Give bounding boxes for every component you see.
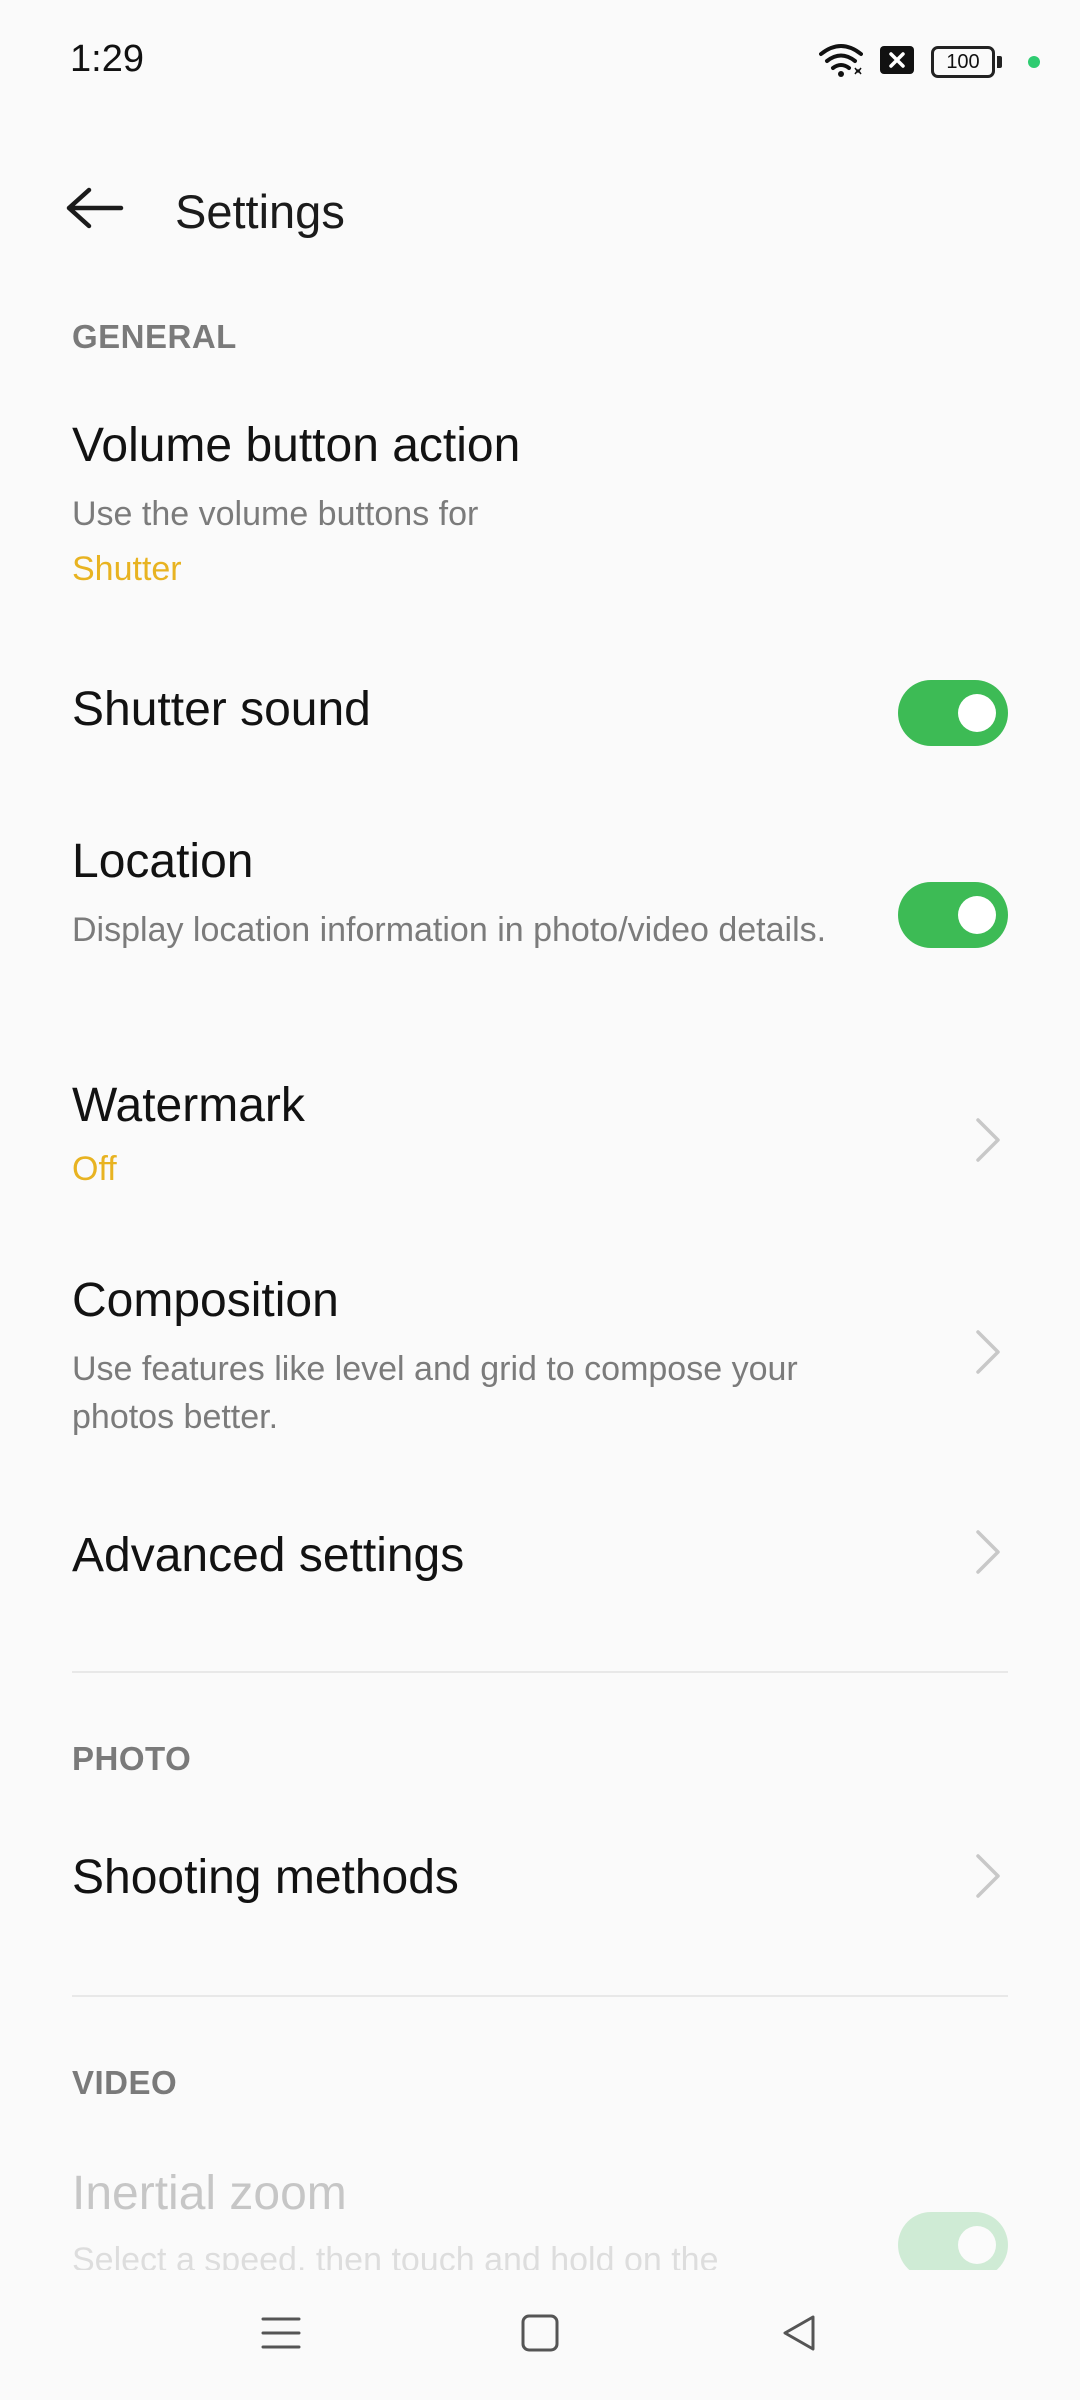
shutter-sound-toggle[interactable]	[898, 680, 1008, 746]
page-title: Settings	[175, 185, 345, 238]
nav-back-button[interactable]	[764, 2300, 834, 2370]
home-button[interactable]	[505, 2300, 575, 2370]
toggle-knob	[958, 2226, 996, 2264]
status-bar: 1:29 100	[0, 0, 1080, 120]
setting-title: Shutter sound	[72, 683, 371, 736]
battery-tip	[997, 56, 1002, 68]
toggle-knob	[958, 896, 996, 934]
setting-watermark[interactable]: Watermark Off	[0, 1070, 1080, 1220]
setting-volume-button-action[interactable]: Volume button action Use the volume butt…	[0, 410, 1080, 600]
wifi-icon	[819, 42, 863, 83]
battery-icon: 100	[931, 46, 1002, 78]
setting-advanced-settings[interactable]: Advanced settings	[0, 1500, 1080, 1620]
toggle-knob	[958, 694, 996, 732]
setting-value: Shutter	[72, 550, 182, 588]
section-divider	[72, 1671, 1008, 1673]
setting-value: Off	[72, 1150, 117, 1188]
setting-title: Inertial zoom	[72, 2167, 347, 2220]
section-header-video: VIDEO	[72, 2064, 178, 2101]
back-triangle-icon	[779, 2313, 819, 2358]
setting-shutter-sound[interactable]: Shutter sound	[0, 650, 1080, 780]
menu-icon	[261, 2313, 301, 2358]
setting-subtitle: Display location information in photo/vi…	[72, 911, 827, 949]
setting-inertial-zoom[interactable]: Inertial zoom Select a speed, then touch…	[0, 2150, 1080, 2270]
chevron-right-icon	[968, 1522, 1008, 1582]
status-time: 1:29	[70, 38, 144, 80]
setting-title: Shooting methods	[72, 1851, 459, 1904]
green-dot-indicator	[1028, 56, 1040, 68]
back-button[interactable]	[60, 180, 130, 240]
navigation-bar	[0, 2270, 1080, 2400]
setting-location[interactable]: Location Display location information in…	[0, 830, 1080, 1010]
setting-subtitle: Use the volume buttons for	[72, 495, 479, 533]
section-header-general: GENERAL	[72, 318, 237, 355]
chevron-right-icon	[968, 1322, 1008, 1382]
section-header-photo: PHOTO	[72, 1740, 192, 1777]
setting-subtitle: Use features like level and grid to comp…	[72, 1350, 798, 1436]
section-divider	[72, 1995, 1008, 1997]
setting-title: Location	[72, 835, 254, 888]
chevron-right-icon	[968, 1110, 1008, 1170]
app-header: Settings	[0, 150, 1080, 270]
setting-title: Composition	[72, 1274, 339, 1327]
arrow-left-icon	[65, 186, 125, 235]
location-toggle[interactable]	[898, 882, 1008, 948]
menu-button[interactable]	[246, 2300, 316, 2370]
status-icons: 100	[819, 42, 1040, 83]
inertial-zoom-toggle[interactable]	[898, 2212, 1008, 2270]
setting-subtitle: Select a speed, then touch and hold on t…	[72, 2241, 719, 2270]
setting-title: Volume button action	[72, 419, 521, 472]
setting-composition[interactable]: Composition Use features like level and …	[0, 1265, 1080, 1455]
chevron-right-icon	[968, 1846, 1008, 1906]
setting-title: Watermark	[72, 1079, 305, 1132]
battery-level: 100	[931, 46, 995, 78]
home-square-icon	[520, 2313, 560, 2358]
data-off-icon	[879, 45, 915, 80]
setting-shooting-methods[interactable]: Shooting methods	[0, 1820, 1080, 1940]
setting-title: Advanced settings	[72, 1529, 465, 1582]
